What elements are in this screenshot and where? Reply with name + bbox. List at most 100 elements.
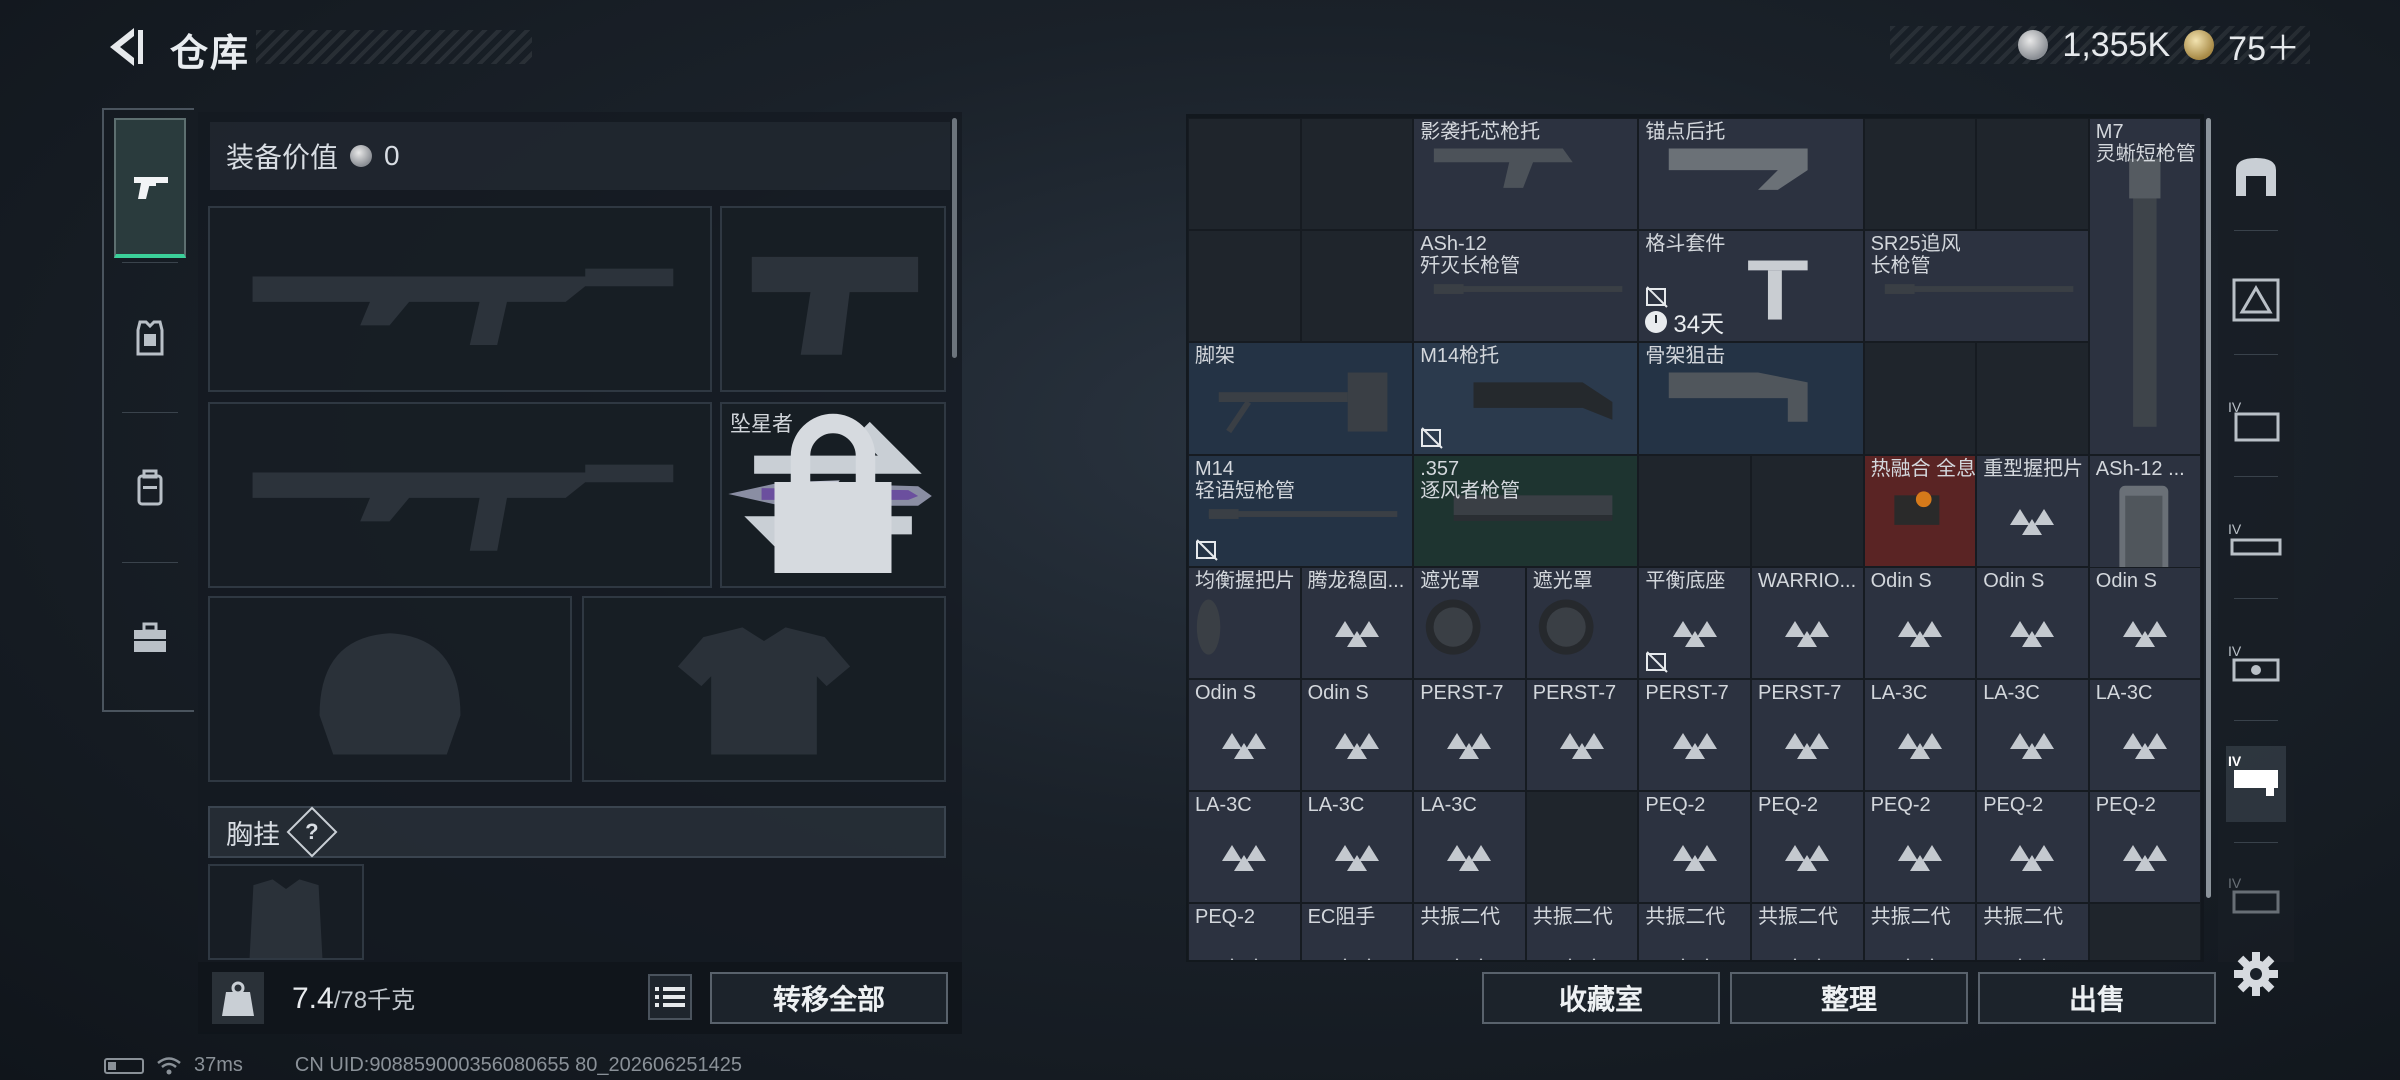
inventory-item[interactable]: WARRIO... bbox=[1751, 566, 1864, 679]
category-magazine[interactable]: IV bbox=[2226, 392, 2286, 452]
empty-slot[interactable] bbox=[1525, 791, 1639, 904]
inventory-item[interactable]: 重型握把片 bbox=[1976, 454, 2089, 567]
category-grip[interactable] bbox=[2226, 148, 2286, 208]
inventory-item[interactable]: PEQ-2 bbox=[1863, 791, 1977, 904]
inventory-item[interactable]: PERST-7 bbox=[1638, 679, 1751, 792]
loadout-scrollbar[interactable] bbox=[952, 118, 957, 358]
tab-toolbox[interactable] bbox=[114, 568, 186, 708]
body-armor-slot[interactable] bbox=[582, 596, 946, 782]
inventory-item[interactable]: 均衡握把片 bbox=[1188, 566, 1301, 679]
empty-slot[interactable] bbox=[2088, 903, 2202, 960]
organize-button[interactable]: 整理 bbox=[1730, 972, 1968, 1024]
inventory-item[interactable]: 遮光罩 bbox=[1413, 566, 1526, 679]
item-name: 共振二代 bbox=[1758, 906, 1838, 929]
empty-slot[interactable] bbox=[1188, 118, 1301, 231]
empty-slot[interactable] bbox=[1188, 230, 1301, 343]
category-rail: IV IV IV IV IV bbox=[2218, 110, 2294, 962]
inventory-item[interactable]: Odin S bbox=[2088, 566, 2202, 679]
back-button[interactable] bbox=[100, 22, 150, 72]
inventory-item[interactable]: EC阻手 bbox=[1300, 903, 1414, 960]
placeholder-icon bbox=[1230, 957, 1258, 960]
empty-slot[interactable] bbox=[1976, 118, 2089, 231]
inventory-item[interactable]: 骨架狙击 bbox=[1638, 342, 1864, 455]
inventory-item[interactable]: PEQ-2 bbox=[1751, 791, 1864, 904]
chest-rig-slot[interactable] bbox=[208, 864, 364, 960]
inventory-item[interactable]: 共振二代 bbox=[1863, 903, 1977, 960]
inventory-item[interactable]: Odin S bbox=[1976, 566, 2089, 679]
empty-slot[interactable] bbox=[1751, 454, 1864, 567]
inventory-item[interactable]: PEQ-2 bbox=[2088, 791, 2202, 904]
empty-slot[interactable] bbox=[1863, 342, 1977, 455]
inventory-item[interactable]: 锚点后托 bbox=[1638, 118, 1864, 231]
scope-icon: IV bbox=[2228, 643, 2280, 682]
inventory-item[interactable]: LA-3C bbox=[1413, 791, 1526, 904]
muzzle-icon: IV bbox=[2228, 521, 2282, 556]
inventory-item[interactable]: 共振二代 bbox=[1638, 903, 1751, 960]
category-scope[interactable]: IV bbox=[2226, 636, 2286, 696]
inventory-item[interactable]: 脚架 bbox=[1188, 342, 1414, 455]
inventory-item[interactable]: 共振二代 bbox=[1525, 903, 1639, 960]
help-button[interactable]: ? bbox=[286, 806, 338, 858]
inventory-scrollbar[interactable] bbox=[2206, 118, 2211, 898]
sell-button[interactable]: 出售 bbox=[1978, 972, 2216, 1024]
tab-backpack[interactable] bbox=[114, 418, 186, 558]
item-name: 共振二代 bbox=[1532, 906, 1613, 929]
empty-slot[interactable] bbox=[1863, 118, 1977, 231]
item-name: PEQ-2 bbox=[2095, 794, 2156, 817]
gold-amount[interactable]: 75＋ bbox=[2228, 21, 2300, 70]
inventory-item[interactable]: LA-3C bbox=[1188, 791, 1301, 904]
inventory-item[interactable]: LA-3C bbox=[1976, 679, 2089, 792]
inventory-item[interactable]: Odin S bbox=[1300, 679, 1414, 792]
secondary-weapon-slot[interactable] bbox=[208, 402, 712, 588]
misc-icon: IV bbox=[2228, 875, 2280, 914]
inventory-item[interactable]: .357 逐风者枪管 bbox=[1413, 454, 1639, 567]
empty-slot[interactable] bbox=[1638, 454, 1751, 567]
inventory-item[interactable]: LA-3C bbox=[1863, 679, 1977, 792]
inventory-item[interactable]: PEQ-2 bbox=[1976, 791, 2089, 904]
inventory-item[interactable]: 格斗套件 34天 bbox=[1638, 230, 1864, 343]
inventory-item[interactable]: 遮光罩 bbox=[1525, 566, 1639, 679]
inventory-item[interactable]: PERST-7 bbox=[1751, 679, 1864, 792]
settings-button[interactable] bbox=[2232, 950, 2280, 998]
inventory-item[interactable]: 共振二代 bbox=[1413, 903, 1526, 960]
inventory-item[interactable]: PEQ-2 bbox=[1188, 903, 1301, 960]
placeholder-icon bbox=[1681, 957, 1709, 960]
collection-room-button[interactable]: 收藏室 bbox=[1482, 972, 1720, 1024]
inventory-item[interactable]: 腾龙稳固... bbox=[1300, 566, 1414, 679]
inventory-item[interactable]: 热融合 全息 bbox=[1863, 454, 1977, 567]
inventory-item[interactable]: Odin S bbox=[1863, 566, 1977, 679]
melee-slot[interactable]: 坠星者 bbox=[720, 402, 946, 588]
inventory-item[interactable]: M14枪托 bbox=[1413, 342, 1639, 455]
inventory-item[interactable]: LA-3C bbox=[1300, 791, 1414, 904]
inventory-item[interactable]: LA-3C bbox=[2088, 679, 2202, 792]
primary-weapon-slot[interactable] bbox=[208, 206, 712, 392]
inventory-item[interactable]: PERST-7 bbox=[1525, 679, 1639, 792]
inventory-item[interactable]: M14 轻语短枪管 bbox=[1188, 454, 1414, 567]
empty-slot[interactable] bbox=[1976, 342, 2089, 455]
inventory-item[interactable]: 共振二代 bbox=[1751, 903, 1864, 960]
inventory-item[interactable]: ASh-12 歼灭长枪管 bbox=[1413, 230, 1639, 343]
inventory-item[interactable]: PERST-7 bbox=[1413, 679, 1526, 792]
backpack-icon bbox=[137, 469, 163, 506]
sidearm-slot[interactable] bbox=[720, 206, 946, 392]
category-laser[interactable]: IV bbox=[2226, 746, 2286, 822]
clock-icon bbox=[1645, 310, 1668, 333]
empty-slot[interactable] bbox=[1300, 118, 1414, 231]
list-view-button[interactable] bbox=[648, 974, 692, 1020]
tab-armor[interactable] bbox=[114, 268, 186, 408]
category-sight[interactable] bbox=[2226, 270, 2286, 330]
inventory-item[interactable]: PEQ-2 bbox=[1638, 791, 1751, 904]
empty-slot[interactable] bbox=[1300, 230, 1414, 343]
inventory-item[interactable]: 平衡底座 bbox=[1638, 566, 1751, 679]
inventory-item[interactable]: 共振二代 bbox=[1976, 903, 2089, 960]
category-misc[interactable]: IV bbox=[2226, 868, 2286, 928]
inventory-item[interactable]: M7 灵蜥短枪管 bbox=[2088, 118, 2202, 455]
inventory-item[interactable]: Odin S bbox=[1188, 679, 1301, 792]
category-muzzle[interactable]: IV bbox=[2226, 514, 2286, 574]
helmet-slot[interactable] bbox=[208, 596, 572, 782]
placeholder-icon bbox=[1334, 845, 1379, 872]
transfer-all-button[interactable]: 转移全部 bbox=[710, 972, 948, 1024]
tab-weapons[interactable] bbox=[114, 118, 186, 258]
inventory-item[interactable]: SR25追风 长枪管 bbox=[1863, 230, 2089, 343]
inventory-item[interactable]: 影袭托芯枪托 bbox=[1413, 118, 1639, 231]
